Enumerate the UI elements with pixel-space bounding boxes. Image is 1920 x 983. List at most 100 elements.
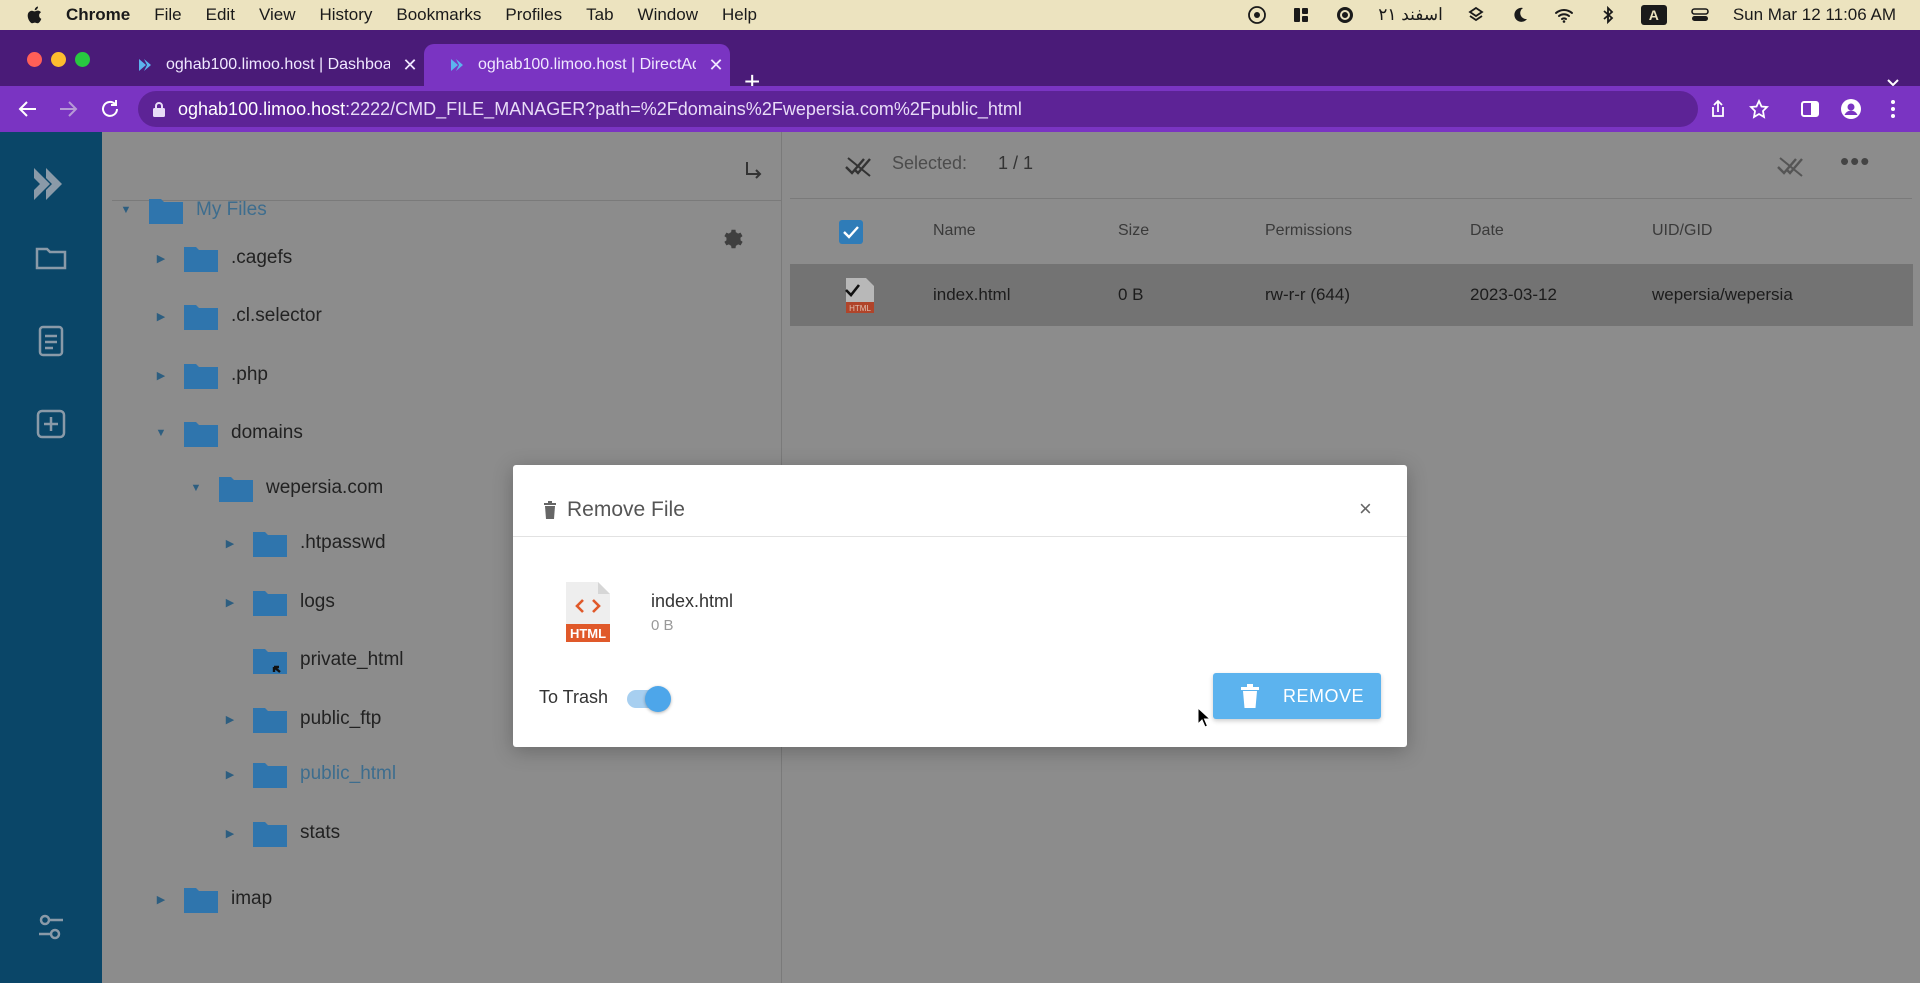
bookmark-star-icon[interactable] [1748,98,1770,120]
tab-close-icon[interactable]: ✕ [706,55,726,76]
to-trash-toggle[interactable] [627,686,671,712]
cell-permissions[interactable]: rw-r-r (644) [1265,285,1350,305]
back-arrow-icon[interactable] [17,98,39,120]
collapsed-arrow-icon[interactable]: ▶ [222,596,238,609]
remove-button-label: REMOVE [1283,685,1365,706]
tree-item-label: wepersia.com [266,477,384,498]
menu-profiles[interactable]: Profiles [505,5,562,25]
table-row[interactable]: HTML index.html 0 B rw-r-r (644) 2023-03… [790,264,1913,326]
collapse-panel-icon[interactable] [742,159,764,181]
tree-item-logs[interactable]: ▶ logs [222,584,335,620]
remove-file-dialog: Remove File × HTML index.html 0 B To Tra… [513,465,1407,747]
apple-logo-icon[interactable] [24,4,46,26]
remove-button[interactable]: REMOVE [1213,673,1381,719]
close-icon[interactable]: × [1359,498,1372,520]
collapsed-arrow-icon[interactable]: ▶ [222,768,238,781]
tree-item-stats[interactable]: ▶ stats [222,815,340,851]
settings-sliders-icon[interactable] [33,909,69,945]
tab-close-icon[interactable]: ✕ [400,55,420,76]
profile-avatar-icon[interactable] [1840,98,1862,120]
column-header-size[interactable]: Size [1118,222,1149,240]
menu-edit[interactable]: Edit [206,5,235,25]
folder-icon [219,477,253,502]
chrome-menu-icon[interactable] [1882,98,1904,120]
lock-icon[interactable] [152,101,166,117]
address-bar[interactable]: oghab100.limoo.host:2222/CMD_FILE_MANAGE… [138,91,1698,127]
expanded-arrow-icon[interactable]: ▼ [153,427,169,439]
collapsed-arrow-icon[interactable]: ▶ [222,713,238,726]
tree-item-cl-selector[interactable]: ▶ .cl.selector [153,298,322,334]
toggle-knob[interactable] [645,686,671,712]
tree-item-wepersia-com[interactable]: ▼ wepersia.com [188,470,383,506]
forward-arrow-icon[interactable] [57,98,79,120]
add-new-icon[interactable] [33,406,69,442]
screen-share-icon[interactable] [1246,5,1268,25]
expanded-arrow-icon[interactable]: ▼ [188,482,204,494]
to-trash-label: To Trash [539,687,609,707]
creative-cloud-icon[interactable] [1334,5,1356,25]
more-options-icon[interactable]: ••• [1840,146,1870,177]
collapsed-arrow-icon[interactable]: ▶ [222,827,238,840]
moon-icon[interactable] [1509,5,1531,25]
selected-label: Selected: [892,153,968,173]
folder-symlink-icon [253,649,287,674]
menu-bookmarks[interactable]: Bookmarks [396,5,481,25]
collapsed-arrow-icon[interactable]: ▶ [153,893,169,906]
tree-item-public-html[interactable]: ▶ public_html [222,756,396,792]
tree-item-private-html[interactable]: private_html [222,642,404,678]
share-icon[interactable] [1707,98,1729,120]
cell-name[interactable]: index.html [933,285,1010,305]
tree-item-php[interactable]: ▶ .php [153,357,268,393]
html-file-selected-icon[interactable]: HTML [842,276,876,314]
tab-directadmin[interactable]: oghab100.limoo.host | DirectAdmin ✕ [424,44,730,86]
tree-item-imap[interactable]: ▶ imap [153,881,272,917]
persian-date[interactable]: ۲۱ اسفند [1378,5,1443,25]
reload-icon[interactable] [99,98,121,120]
directadmin-logo-icon[interactable] [28,162,72,206]
menu-tab[interactable]: Tab [586,5,613,25]
deselect-all-icon[interactable] [844,154,874,178]
directadmin-favicon-icon [451,59,463,71]
gear-icon[interactable] [720,227,744,251]
expanded-arrow-icon[interactable]: ▼ [118,204,134,216]
tree-root-my-files[interactable]: ▼ My Files [118,192,267,228]
bluetooth-icon[interactable] [1597,5,1619,25]
folder-icon [253,822,287,847]
menu-window[interactable]: Window [638,5,698,25]
close-window-button[interactable] [27,52,42,67]
side-panel-icon[interactable] [1799,98,1821,120]
menu-bar-clock[interactable]: Sun Mar 12 11:06 AM [1733,5,1896,25]
tree-item-public-ftp[interactable]: ▶ public_ftp [222,701,381,737]
layout-icon[interactable] [1290,5,1312,25]
folder-icon [253,708,287,733]
input-source-indicator[interactable]: A [1640,5,1667,25]
deselect-all-icon[interactable] [1776,154,1806,178]
document-icon[interactable] [33,323,69,359]
wifi-icon[interactable] [1553,5,1575,25]
minimize-window-button[interactable] [51,52,66,67]
collapsed-arrow-icon[interactable]: ▶ [222,537,238,550]
column-header-uid-gid[interactable]: UID/GID [1652,222,1712,240]
menu-view[interactable]: View [259,5,296,25]
collapsed-arrow-icon[interactable]: ▶ [153,252,169,265]
tree-item-cagefs[interactable]: ▶ .cagefs [153,240,292,276]
menu-file[interactable]: File [154,5,181,25]
collapsed-arrow-icon[interactable]: ▶ [153,310,169,323]
dropbox-icon[interactable] [1465,5,1487,25]
control-center-icon[interactable] [1689,5,1711,25]
files-folder-icon[interactable] [33,240,69,276]
column-header-date[interactable]: Date [1470,222,1504,240]
column-header-permissions[interactable]: Permissions [1265,222,1352,240]
menu-history[interactable]: History [319,5,372,25]
select-all-checkbox[interactable] [839,220,863,244]
cell-uid-gid: wepersia/wepersia [1652,285,1793,304]
column-header-name[interactable]: Name [933,222,976,240]
svg-text:HTML: HTML [849,304,871,313]
tree-item-htpasswd[interactable]: ▶ .htpasswd [222,525,386,561]
menu-help[interactable]: Help [722,5,757,25]
collapsed-arrow-icon[interactable]: ▶ [153,369,169,382]
menu-app-name[interactable]: Chrome [66,5,130,25]
zoom-window-button[interactable] [75,52,90,67]
tree-item-domains[interactable]: ▼ domains [153,415,303,451]
tab-dashboard[interactable]: oghab100.limoo.host | Dashboard ✕ [112,44,420,86]
